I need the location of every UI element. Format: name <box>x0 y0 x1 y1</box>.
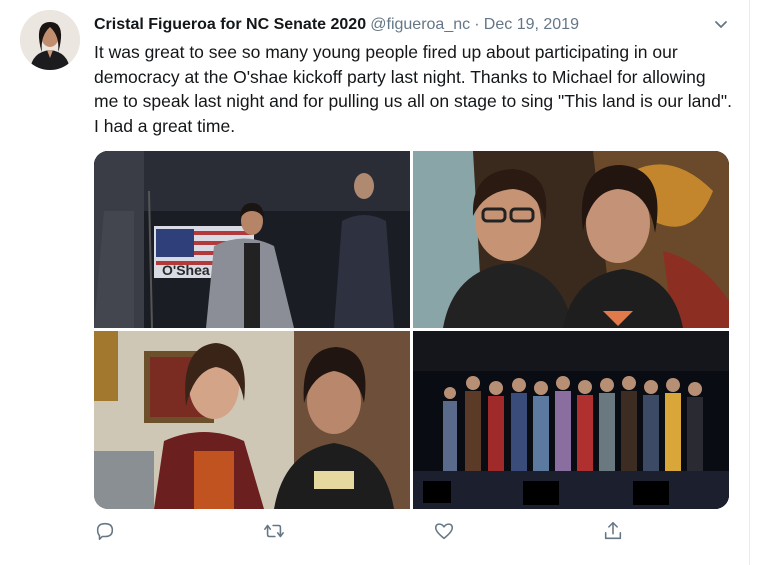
tweet-header: Cristal Figueroa for NC Senate 2020 @fig… <box>94 16 579 34</box>
photo-selfie-two-women[interactable] <box>413 151 729 328</box>
avatar-image <box>20 10 80 70</box>
photo1-sign: O'Shea <box>162 262 210 278</box>
photo-two-women-bar[interactable] <box>94 331 410 509</box>
heart-icon[interactable] <box>433 520 457 544</box>
tweet-text: It was great to see so many young people… <box>94 42 732 136</box>
header-separator: · <box>474 16 480 33</box>
author-name[interactable]: Cristal Figueroa for NC Senate 2020 <box>94 16 366 33</box>
photo-grid: O'Shea <box>94 151 729 509</box>
retweet-icon[interactable] <box>262 520 286 544</box>
tweet-actions <box>94 520 734 550</box>
chevron-down-icon[interactable] <box>711 14 731 34</box>
author-handle[interactable]: @figueroa_nc <box>370 16 470 33</box>
photo-speech-on-stage[interactable]: O'Shea <box>94 151 410 328</box>
reply-icon[interactable] <box>94 520 118 544</box>
tweet-card[interactable]: Cristal Figueroa for NC Senate 2020 @fig… <box>0 0 750 565</box>
photo-group-on-stage[interactable] <box>413 331 729 509</box>
share-icon[interactable] <box>602 520 626 544</box>
tweet-date[interactable]: Dec 19, 2019 <box>484 16 579 33</box>
author-avatar[interactable] <box>20 10 80 70</box>
